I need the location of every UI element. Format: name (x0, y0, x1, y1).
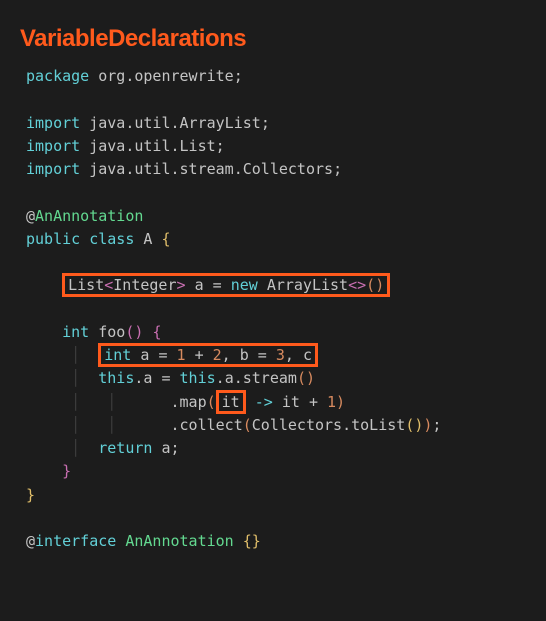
paren-open: ( (207, 393, 216, 411)
import-1: java.util.ArrayList (89, 114, 261, 132)
angle-close: > (177, 276, 186, 294)
num-1: 1 (177, 346, 186, 364)
kw-class: class (89, 230, 134, 248)
import-3: java.util.stream.Collectors (89, 160, 333, 178)
var-b: b (240, 346, 249, 364)
annotation-name: AnAnnotation (35, 207, 143, 225)
method-collect: collect (180, 416, 243, 434)
paren-open: ( (366, 276, 375, 294)
kw-import: import (26, 137, 80, 155)
comma: , (285, 346, 294, 364)
type-list: List (68, 276, 104, 294)
var-a: a (161, 439, 170, 457)
num-3: 3 (276, 346, 285, 364)
var-a: a (195, 276, 204, 294)
kw-int: int (104, 346, 131, 364)
kw-import: import (26, 160, 80, 178)
brace-open: { (152, 323, 161, 341)
field-a: a (143, 369, 152, 387)
kw-new: new (231, 276, 258, 294)
var-a: a (140, 346, 149, 364)
lambda-it: it (222, 393, 240, 411)
lambda-it-ref: it (282, 393, 300, 411)
annotation-at: @ (26, 532, 35, 550)
method-map: map (180, 393, 207, 411)
kw-package: package (26, 67, 89, 85)
op-eq: = (158, 346, 167, 364)
var-c: c (303, 346, 312, 364)
type-arraylist: ArrayList (267, 276, 348, 294)
paren-close: ) (423, 416, 432, 434)
paren-open: ( (243, 416, 252, 434)
method-foo: foo (98, 323, 125, 341)
angle-open: < (104, 276, 113, 294)
method-stream: stream (243, 369, 297, 387)
kw-this: this (180, 369, 216, 387)
kw-this: this (98, 369, 134, 387)
field-a: a (225, 369, 234, 387)
brace-open: { (161, 230, 170, 248)
angle-close: > (357, 276, 366, 294)
brace-close: } (62, 462, 71, 480)
op-eq: = (258, 346, 267, 364)
brace-close: } (252, 532, 261, 550)
highlight-box-1: List<Integer> a = new ArrayList<>() (62, 273, 390, 297)
code-block: package org.openrewrite; import java.uti… (20, 65, 526, 553)
paren-open: ( (405, 416, 414, 434)
pkg-name: org.openrewrite (98, 67, 233, 85)
op-eq: = (161, 369, 170, 387)
section-heading: VariableDeclarations (20, 20, 526, 57)
num-1: 1 (327, 393, 336, 411)
method-tolist: toList (351, 416, 405, 434)
type-collectors: Collectors (252, 416, 342, 434)
import-2: java.util.List (89, 137, 215, 155)
kw-return: return (98, 439, 152, 457)
op-eq: = (213, 276, 222, 294)
annotation-decl: AnAnnotation (125, 532, 233, 550)
class-name: A (143, 230, 152, 248)
op-plus: + (309, 393, 318, 411)
op-plus: + (195, 346, 204, 364)
angle-open: < (348, 276, 357, 294)
paren-close: ) (306, 369, 315, 387)
lambda-arrow: -> (255, 393, 273, 411)
kw-public: public (26, 230, 80, 248)
kw-interface: interface (35, 532, 116, 550)
kw-int: int (62, 323, 89, 341)
type-integer: Integer (113, 276, 176, 294)
brace-close: } (26, 486, 35, 504)
annotation-at: @ (26, 207, 35, 225)
num-2: 2 (213, 346, 222, 364)
paren-close: ) (134, 323, 143, 341)
paren-open: ( (297, 369, 306, 387)
highlight-box-2: int a = 1 + 2, b = 3, c (98, 343, 318, 367)
highlight-box-3: it (216, 390, 246, 414)
comma: , (222, 346, 231, 364)
paren-close: ) (336, 393, 345, 411)
paren-close: ) (375, 276, 384, 294)
brace-open: { (243, 532, 252, 550)
kw-import: import (26, 114, 80, 132)
